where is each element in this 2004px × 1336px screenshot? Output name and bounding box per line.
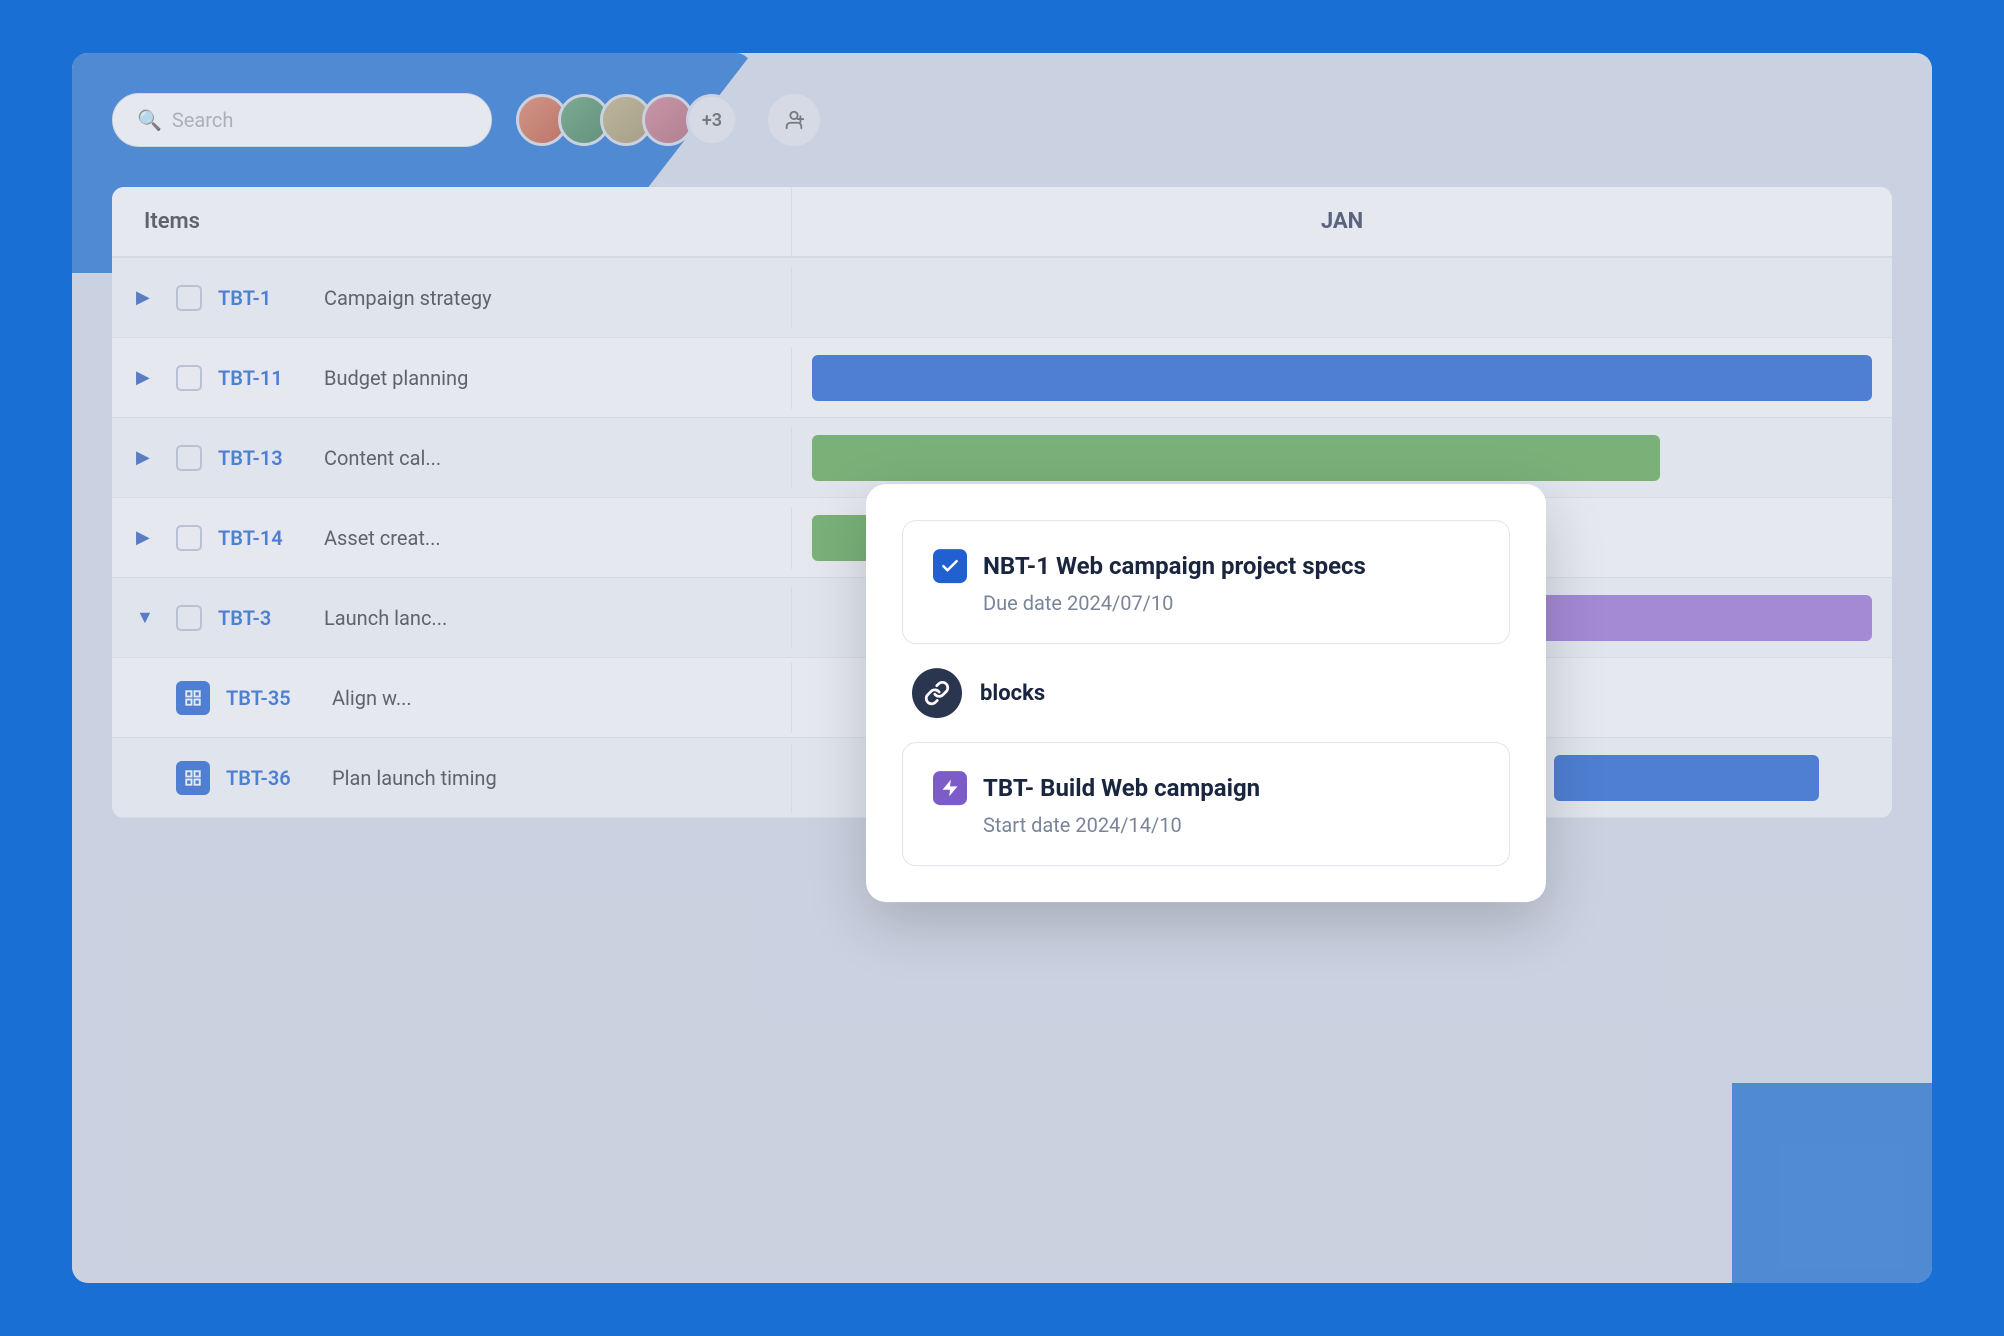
app-window: 🔍 Search +3 Items JAN ▶	[72, 53, 1932, 1283]
popup-task-card-1: NBT-1 Web campaign project specs Due dat…	[902, 520, 1510, 644]
popup-task2-title: TBT- Build Web campaign	[983, 774, 1260, 802]
popup-task2-start-date: Start date 2024/14/10	[983, 813, 1479, 837]
popup-task-header-1: NBT-1 Web campaign project specs	[933, 549, 1479, 583]
popup-task-card-2: TBT- Build Web campaign Start date 2024/…	[902, 742, 1510, 866]
popup-task1-due-date: Due date 2024/07/10	[983, 591, 1479, 615]
blocks-label: blocks	[980, 681, 1045, 706]
task-checkbox-checked[interactable]	[933, 549, 967, 583]
popup-task1-title: NBT-1 Web campaign project specs	[983, 552, 1366, 580]
popup-card: NBT-1 Web campaign project specs Due dat…	[866, 484, 1546, 902]
lightning-icon	[933, 771, 967, 805]
blocks-connector: blocks	[902, 644, 1510, 742]
link-icon	[912, 668, 962, 718]
popup-task-header-2: TBT- Build Web campaign	[933, 771, 1479, 805]
